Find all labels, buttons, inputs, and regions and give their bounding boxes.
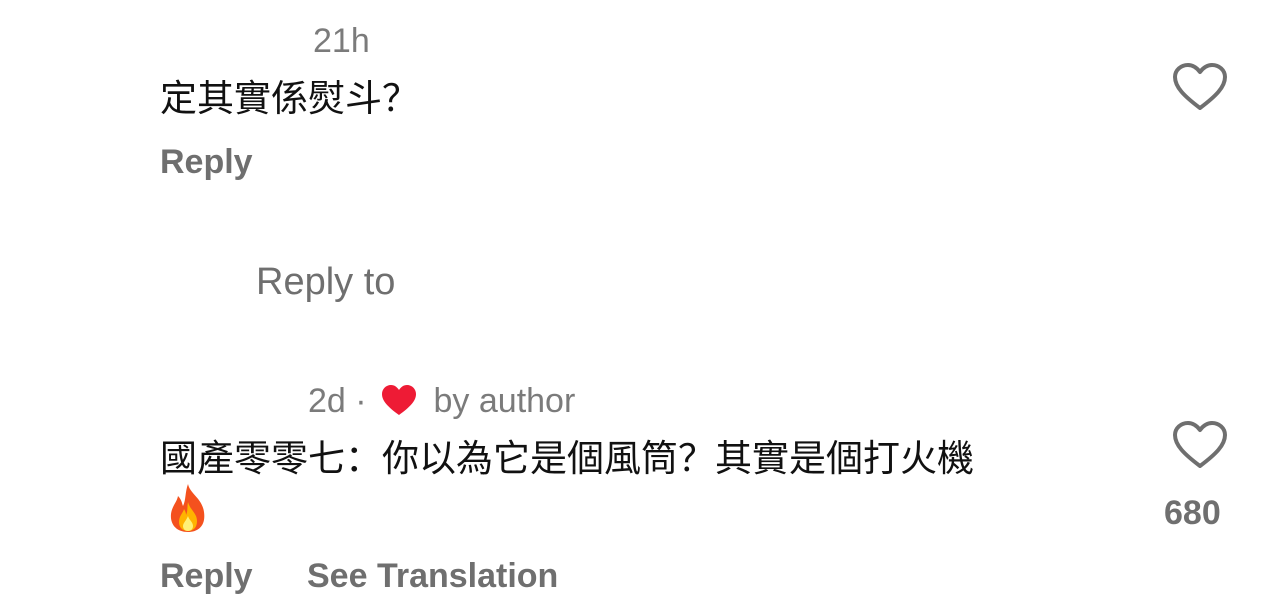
fire-emoji-icon: 🔥 bbox=[164, 482, 212, 534]
comment-meta: 2d · by author bbox=[308, 384, 575, 418]
author-heart-icon bbox=[380, 384, 418, 416]
liked-by-author-label: by author bbox=[433, 382, 576, 420]
meta-separator: · bbox=[355, 382, 367, 420]
comment-timestamp: 21h bbox=[313, 22, 370, 60]
like-heart-icon[interactable] bbox=[1172, 420, 1228, 470]
like-count: 680 bbox=[1164, 494, 1221, 532]
see-translation-button[interactable]: See Translation bbox=[307, 559, 558, 593]
comment-text: 定其實係熨斗？ bbox=[160, 77, 419, 120]
comment-timestamp: 2d bbox=[308, 382, 346, 420]
reply-button[interactable]: Reply bbox=[160, 145, 253, 179]
like-heart-icon[interactable] bbox=[1172, 62, 1228, 112]
reply-to-button[interactable]: Reply to bbox=[256, 263, 395, 301]
comment-text: 國產零零七：你以為它是個風筒？其實是個打火機 bbox=[160, 437, 974, 480]
reply-button[interactable]: Reply bbox=[160, 559, 253, 593]
